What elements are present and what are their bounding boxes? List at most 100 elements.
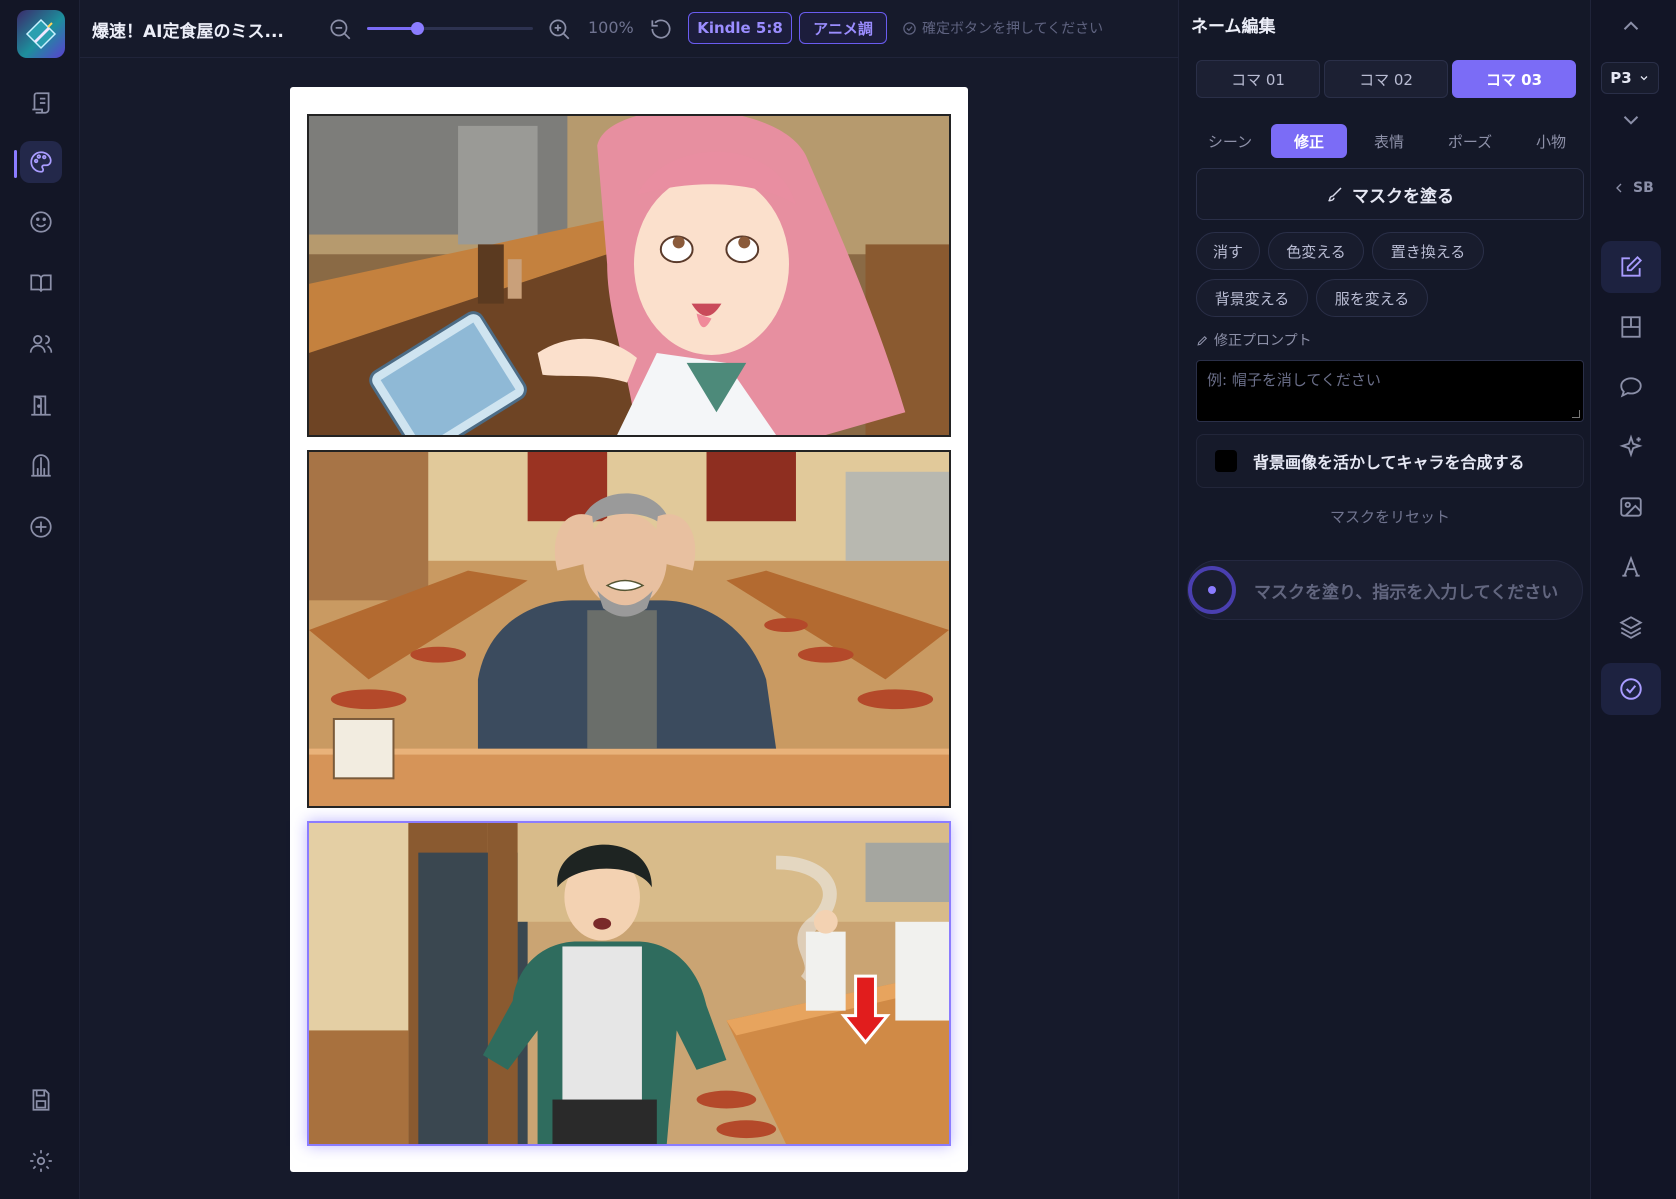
- confirm-hint-text: 確定ボタンを押してください: [922, 21, 1104, 37]
- book-button[interactable]: [20, 262, 62, 304]
- right-toolbar: P3 SB: [1590, 0, 1676, 1199]
- tab-expression[interactable]: 表情: [1355, 124, 1423, 158]
- sparkle-button[interactable]: [1601, 421, 1661, 473]
- confirm-button[interactable]: [1601, 663, 1661, 715]
- panel-1[interactable]: [307, 114, 951, 437]
- text-style-icon: [1622, 555, 1640, 577]
- layout-button[interactable]: [1601, 301, 1661, 353]
- zoom-slider-thumb[interactable]: [410, 22, 424, 35]
- characters-button[interactable]: [20, 323, 62, 365]
- brush-icon: [1328, 187, 1342, 202]
- layers-button[interactable]: [1601, 601, 1661, 653]
- image-icon: [1620, 497, 1642, 517]
- panel-2[interactable]: [307, 450, 951, 808]
- diamond-pen-logo-icon: [25, 18, 57, 50]
- users-icon: [29, 335, 53, 353]
- door-icon: [31, 395, 51, 416]
- panel-3-illustration: [309, 823, 949, 1144]
- zoom-slider[interactable]: [367, 22, 533, 35]
- sb-label: SB: [1633, 180, 1654, 196]
- save-button[interactable]: [20, 1079, 62, 1121]
- settings-button[interactable]: [20, 1140, 62, 1182]
- name-edit-panel: ネーム編集 コマ 01 コマ 02 コマ 03 シーン 修正 表情 ポーズ 小物…: [1178, 0, 1590, 1199]
- composite-checkbox[interactable]: [1215, 450, 1237, 472]
- reset-zoom-button[interactable]: [648, 16, 674, 42]
- panel-1-illustration: [309, 116, 949, 435]
- tab-props[interactable]: 小物: [1517, 124, 1585, 158]
- layers-icon: [1619, 616, 1643, 639]
- project-title: 爆速！AI定食屋のミス...: [92, 22, 284, 42]
- action-change-background[interactable]: 背景変える: [1196, 279, 1308, 317]
- next-page-button[interactable]: [1601, 100, 1661, 140]
- check-circle-icon: [903, 21, 916, 35]
- tab-fix[interactable]: 修正: [1271, 124, 1347, 158]
- page-select-value: P3: [1610, 69, 1632, 87]
- door-button[interactable]: [20, 384, 62, 426]
- tab-pose[interactable]: ポーズ: [1431, 124, 1509, 158]
- zoom-in-icon: [549, 19, 570, 40]
- previous-page-button[interactable]: [1601, 6, 1661, 46]
- panel-3[interactable]: [307, 821, 951, 1146]
- zoom-out-button[interactable]: [327, 16, 353, 42]
- add-button[interactable]: [20, 506, 62, 548]
- palette-button[interactable]: [20, 141, 62, 183]
- check-circle-icon: [1620, 678, 1642, 700]
- image-button[interactable]: [1601, 481, 1661, 533]
- action-change-clothes[interactable]: 服を変える: [1316, 279, 1428, 317]
- confirm-hint: 確定ボタンを押してください: [902, 18, 1103, 38]
- edit-button[interactable]: [1601, 241, 1661, 293]
- app-logo[interactable]: [17, 10, 65, 58]
- action-recolor[interactable]: 色変える: [1268, 232, 1364, 270]
- panel-2-illustration: [309, 452, 949, 806]
- sparkle-icon: [1619, 434, 1643, 458]
- size-chip[interactable]: Kindle 5:8: [688, 12, 792, 44]
- top-toolbar: 爆速！AI定食屋のミス... 100% Kindle 5:8 アニメ調 確定ボタ…: [80, 0, 1178, 58]
- zoom-slider-fill: [367, 27, 417, 30]
- gear-icon: [30, 1150, 52, 1172]
- zoom-in-button[interactable]: [546, 16, 572, 42]
- script-button[interactable]: [20, 82, 62, 124]
- paint-mask-button[interactable]: マスクを塗る: [1196, 168, 1584, 220]
- sb-toggle[interactable]: SB: [1611, 180, 1654, 196]
- tab-koma-01[interactable]: コマ 01: [1196, 60, 1320, 98]
- fix-prompt-textarea[interactable]: 例: 帽子を消してください: [1196, 360, 1584, 422]
- reset-mask-button[interactable]: マスクをリセット: [1196, 506, 1584, 530]
- book-icon: [30, 274, 52, 292]
- manga-page: [290, 87, 968, 1172]
- speech-bubble-button[interactable]: [1601, 361, 1661, 413]
- page-select[interactable]: P3: [1601, 62, 1659, 94]
- palette-icon: [30, 151, 52, 173]
- left-sidebar: [0, 0, 80, 1199]
- text-style-button[interactable]: [1601, 541, 1661, 593]
- chevron-up-icon: [1623, 21, 1639, 30]
- layout-icon: [1621, 316, 1641, 338]
- resize-grip[interactable]: [1572, 410, 1580, 418]
- smile-icon: [30, 211, 52, 233]
- zoom-out-icon: [330, 19, 351, 40]
- mask-status: マスクを塗り、指示を入力してください: [1187, 560, 1583, 620]
- prompt-label-text: 修正プロンプト: [1214, 333, 1312, 349]
- gate-button[interactable]: [20, 445, 62, 487]
- status-text: マスクを塗り、指示を入力してください: [1254, 582, 1559, 603]
- composite-label: 背景画像を活かしてキャラを合成する: [1253, 453, 1525, 472]
- speech-bubble-icon: [1620, 377, 1642, 398]
- composite-option[interactable]: 背景画像を活かしてキャラを合成する: [1196, 434, 1584, 488]
- plus-circle-icon: [30, 516, 52, 538]
- action-erase[interactable]: 消す: [1196, 232, 1260, 270]
- expression-button[interactable]: [20, 201, 62, 243]
- pencil-icon: [1197, 335, 1208, 346]
- active-indicator: [14, 150, 17, 178]
- save-icon: [32, 1089, 50, 1111]
- script-icon: [32, 92, 50, 114]
- rotate-left-icon: [651, 19, 671, 39]
- tab-koma-03[interactable]: コマ 03: [1452, 60, 1576, 98]
- style-chip[interactable]: アニメ調: [799, 12, 887, 44]
- prompt-label: 修正プロンプト: [1196, 330, 1312, 350]
- edit-icon: [1621, 255, 1643, 277]
- action-replace[interactable]: 置き換える: [1372, 232, 1484, 270]
- paint-mask-label: マスクを塗る: [1352, 186, 1454, 207]
- chevron-left-icon: [1616, 183, 1622, 193]
- status-ring-icon: [1188, 566, 1236, 614]
- tab-scene[interactable]: シーン: [1196, 124, 1264, 158]
- tab-koma-02[interactable]: コマ 02: [1324, 60, 1448, 98]
